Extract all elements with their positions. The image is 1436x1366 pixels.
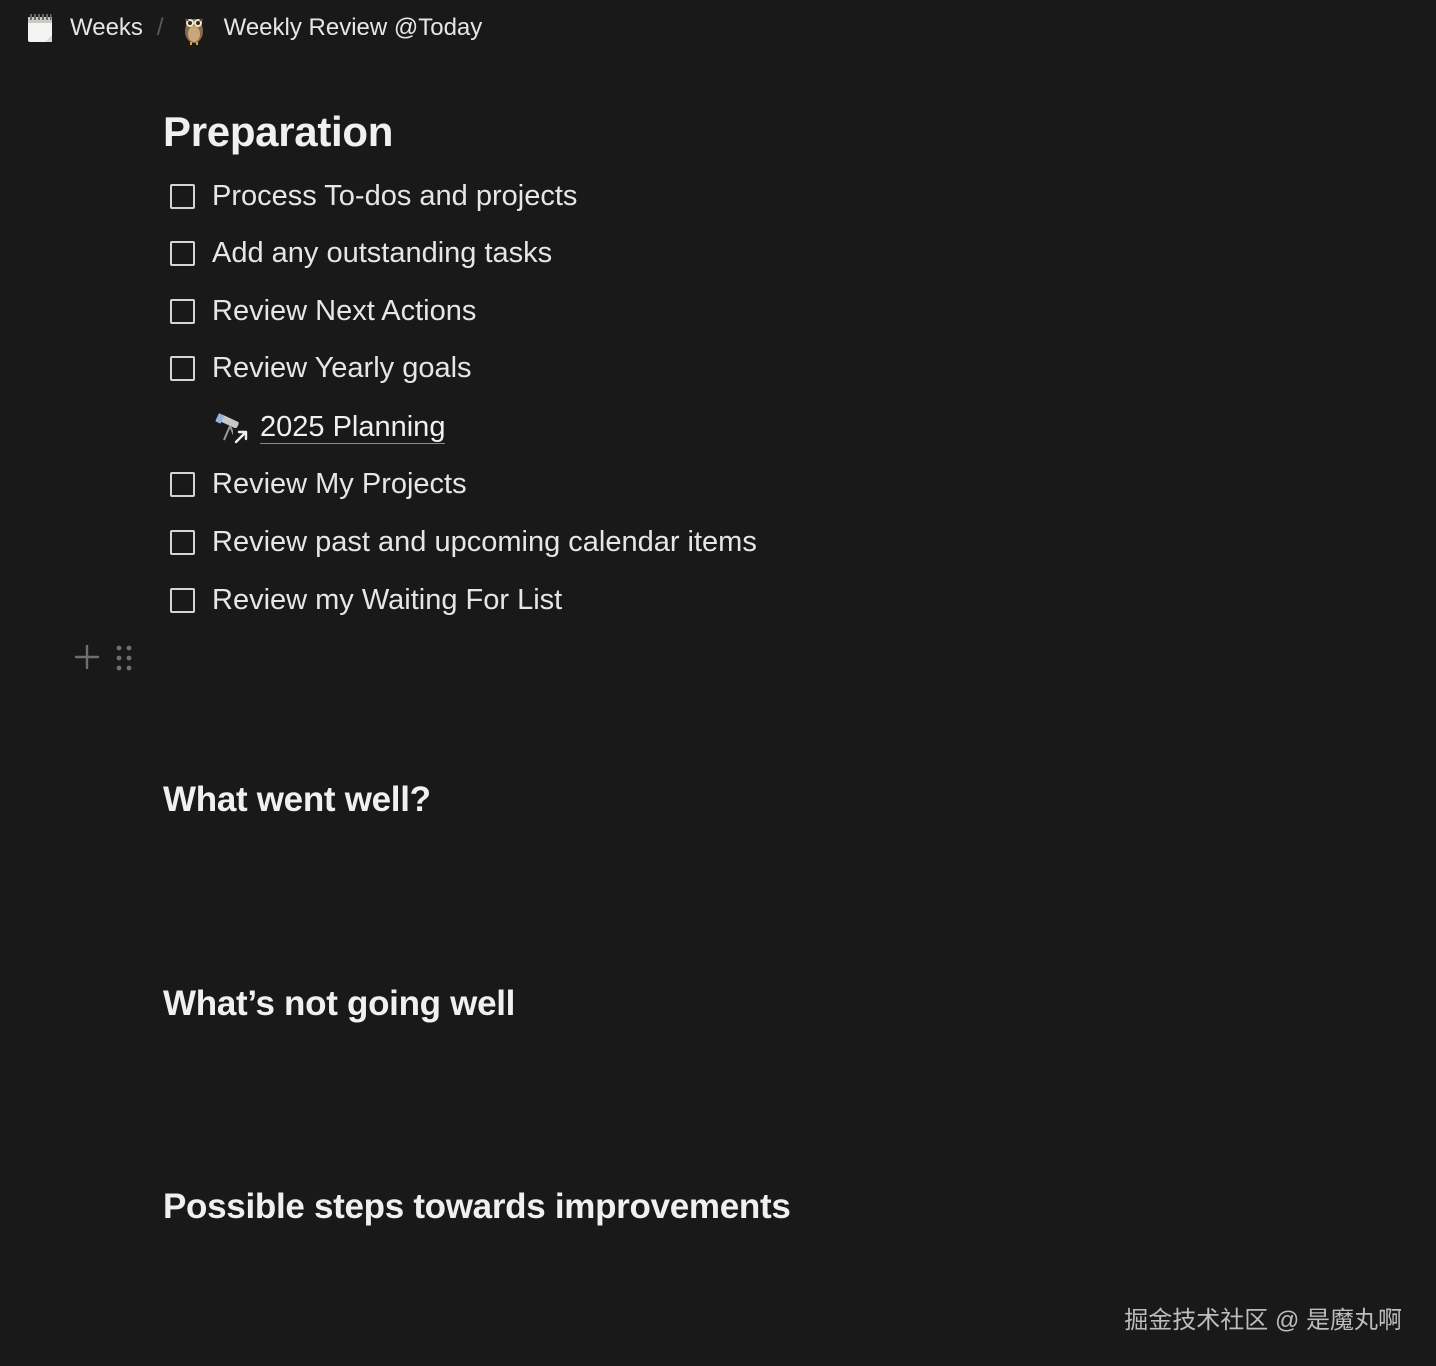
todo-checkbox[interactable] <box>170 529 195 555</box>
todo-item: Review past and upcoming calendar items <box>170 522 757 562</box>
todo-checkbox[interactable] <box>170 183 195 209</box>
todo-label[interactable]: Review past and upcoming calendar items <box>212 526 757 559</box>
todo-item: Review my Waiting For List <box>170 580 562 620</box>
breadcrumb: Weeks / Weekly Review @Today <box>24 8 482 48</box>
section-heading[interactable]: Possible steps towards improvements <box>163 1187 791 1227</box>
breadcrumb-separator: / <box>156 14 164 41</box>
todo-label[interactable]: Review Next Actions <box>212 295 476 328</box>
breadcrumb-item-weeks[interactable]: Weeks <box>24 11 143 45</box>
todo-checkbox[interactable] <box>170 471 195 497</box>
todo-label[interactable]: Review Yearly goals <box>212 352 472 385</box>
notepad-icon <box>24 11 56 45</box>
todo-label[interactable]: Review My Projects <box>212 468 467 501</box>
todo-checkbox[interactable] <box>170 240 195 266</box>
todo-checkbox[interactable] <box>170 587 195 613</box>
todo-item: Process To-dos and projects <box>170 176 577 216</box>
todo-label[interactable]: Review my Waiting For List <box>212 584 562 617</box>
todo-label[interactable]: Process To-dos and projects <box>212 180 577 213</box>
telescope-icon <box>214 408 252 446</box>
drag-dots-icon <box>116 645 132 671</box>
breadcrumb-label: Weeks <box>70 14 143 41</box>
todo-checkbox[interactable] <box>170 298 195 324</box>
add-block-button[interactable] <box>73 642 101 672</box>
plus-icon <box>74 644 100 670</box>
section-heading[interactable]: What’s not going well <box>163 984 515 1024</box>
owl-icon <box>178 11 210 45</box>
todo-checkbox[interactable] <box>170 355 195 381</box>
watermark: 掘金技术社区 @ 是魔丸啊 <box>1124 1307 1402 1334</box>
todo-item: Review Next Actions <box>170 291 476 331</box>
breadcrumb-label: Weekly Review @Today <box>223 14 483 41</box>
page-title[interactable]: Preparation <box>163 108 393 156</box>
todo-item: Add any outstanding tasks <box>170 233 552 273</box>
section-heading[interactable]: What went well? <box>163 780 431 820</box>
todo-item: Review Yearly goals <box>170 348 472 388</box>
page-link-label: 2025 Planning <box>260 410 446 444</box>
breadcrumb-item-weekly-review[interactable]: Weekly Review @Today <box>178 11 483 45</box>
drag-handle[interactable] <box>114 643 134 673</box>
todo-item: Review My Projects <box>170 464 467 504</box>
page-link-2025-planning[interactable]: 2025 Planning <box>214 407 446 447</box>
page: Weeks / Weekly Review @Today Preparation… <box>0 0 1436 1366</box>
todo-label[interactable]: Add any outstanding tasks <box>212 237 552 270</box>
